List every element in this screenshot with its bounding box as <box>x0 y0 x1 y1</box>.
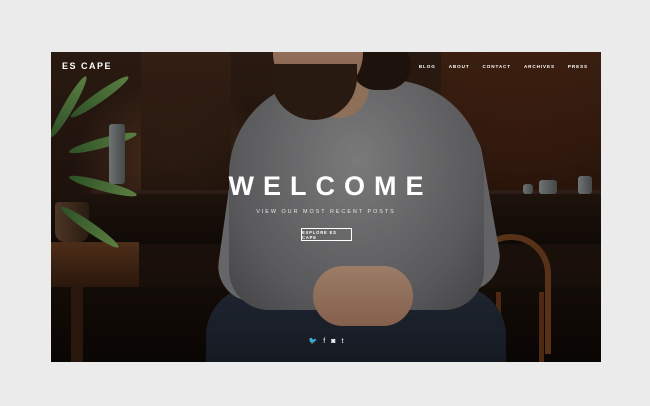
hero-screenshot: ES CAPE BLOG ABOUT CONTACT ARCHIVES PRES… <box>51 52 601 362</box>
nav-item-archives[interactable]: ARCHIVES <box>524 64 555 69</box>
hero-subtitle: VIEW OUR MOST RECENT POSTS <box>256 209 396 215</box>
main-nav: BLOG ABOUT CONTACT ARCHIVES PRESS <box>419 64 588 69</box>
nav-item-press[interactable]: PRESS <box>568 64 588 69</box>
instagram-icon[interactable]: ◙ <box>331 338 335 346</box>
nav-item-blog[interactable]: BLOG <box>419 64 436 69</box>
social-links: 🐦 f ◙ t <box>51 338 601 346</box>
hero-title: WELCOME <box>228 171 433 201</box>
nav-item-about[interactable]: ABOUT <box>449 64 470 69</box>
photo-dark-overlay <box>51 52 601 362</box>
twitter-icon[interactable]: 🐦 <box>309 338 318 346</box>
explore-button[interactable]: EXPLORE ES CAPE <box>301 228 352 241</box>
facebook-icon[interactable]: f <box>323 338 325 346</box>
nav-item-contact[interactable]: CONTACT <box>483 64 511 69</box>
tumblr-icon[interactable]: t <box>341 338 343 346</box>
site-logo[interactable]: ES CAPE <box>62 61 112 71</box>
